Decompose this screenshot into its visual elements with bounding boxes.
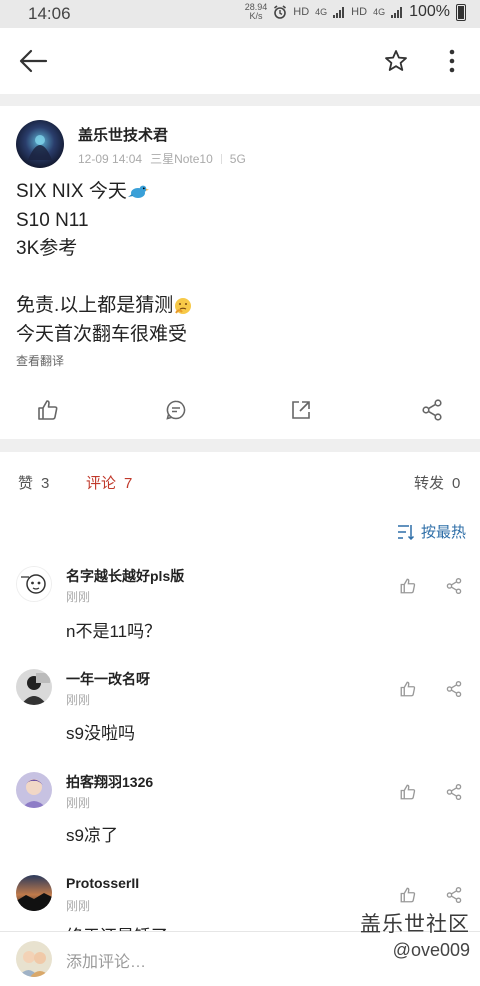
status-time: 14:06	[28, 4, 71, 23]
post-date: 12-09 14:04	[78, 151, 143, 166]
status-icons: 28.94 K/s HD 4G HD 4G 100%	[245, 3, 466, 21]
watermark: 盖乐世社区 @ove009	[360, 908, 470, 961]
comment-author[interactable]: 拍客翔羽1326	[66, 772, 153, 792]
battery-percent: 100%	[409, 3, 450, 20]
favorite-star-icon[interactable]	[383, 48, 409, 74]
signal-icon-1	[333, 6, 345, 18]
share-icon[interactable]	[420, 398, 444, 422]
meta-separator	[220, 153, 222, 164]
comment-author[interactable]: ProtosserII	[66, 875, 139, 891]
comment-like-icon[interactable]	[399, 680, 417, 698]
network-speed: 28.94 K/s	[244, 2, 268, 21]
back-arrow-icon[interactable]	[18, 48, 48, 74]
signal-icon-2	[391, 6, 403, 18]
thinking-emoji-icon	[175, 297, 192, 314]
post-line-5: 免责.以上都是猜测	[16, 292, 193, 321]
interaction-tabs: 赞3 评论 7 转发 0	[0, 466, 480, 496]
comment-avatar[interactable]	[16, 566, 52, 602]
comment-share-icon[interactable]	[445, 783, 463, 801]
translate-link[interactable]: 查看翻译	[16, 352, 64, 369]
watermark-user: @ove009	[392, 940, 470, 960]
status-bar: 14:06 28.94 K/s HD 4G HD 4G 100%	[0, 0, 480, 28]
more-options-icon[interactable]	[440, 48, 464, 74]
comment-like-icon[interactable]	[399, 886, 417, 904]
section-divider	[0, 439, 480, 452]
tab-likes[interactable]: 赞3	[18, 472, 49, 493]
post-network: 5G	[229, 151, 246, 166]
comment-like-icon[interactable]	[399, 577, 417, 595]
repost-icon[interactable]	[289, 398, 313, 422]
comment-author[interactable]: 名字越长越好pls版	[66, 566, 184, 586]
header-divider	[0, 94, 480, 106]
post-line-4	[16, 264, 193, 293]
comment-icon[interactable]	[164, 398, 188, 422]
comment-time: 刚刚	[66, 693, 91, 707]
tab-comments[interactable]: 评论 7	[86, 472, 132, 493]
comment-avatar[interactable]	[16, 772, 52, 808]
bird-emoji-icon	[127, 185, 149, 198]
comment-text: n不是11吗？	[66, 622, 162, 641]
battery-icon	[456, 3, 466, 21]
like-icon[interactable]	[36, 398, 60, 422]
comment-share-icon[interactable]	[445, 680, 463, 698]
comment-avatar[interactable]	[16, 875, 52, 911]
comment-share-icon[interactable]	[445, 577, 463, 595]
comment-share-icon[interactable]	[445, 886, 463, 904]
comment-time: 刚刚	[66, 796, 91, 810]
lte-badge-1: 4G	[315, 7, 328, 17]
author-avatar[interactable]	[16, 120, 64, 168]
comment-like-icon[interactable]	[399, 783, 417, 801]
comment-author[interactable]: 一年一改名呀	[66, 669, 150, 689]
post-line-2: S10 N11	[16, 209, 89, 231]
lte-badge-2: 4G	[373, 7, 386, 17]
top-app-bar	[0, 28, 480, 94]
comment-text: s9凉了	[66, 826, 118, 845]
author-avatar-image	[16, 120, 64, 168]
post-actions	[0, 390, 480, 434]
post-line-1: SIX NIX 今天	[16, 178, 193, 207]
alarm-icon	[274, 5, 287, 19]
hd-badge-2: HD	[351, 6, 368, 18]
comment-avatar[interactable]	[16, 669, 52, 705]
sort-icon	[397, 524, 415, 540]
my-avatar[interactable]	[16, 941, 52, 977]
tab-reposts[interactable]: 转发 0	[414, 472, 460, 493]
comment-text: s9没啦吗	[66, 724, 135, 743]
sort-by-hot-button[interactable]: 按最热	[397, 521, 466, 542]
author-name[interactable]: 盖乐世技术君	[78, 124, 168, 145]
comment-input[interactable]: 添加评论…	[66, 948, 146, 972]
post-device: 三星Note10	[150, 152, 213, 166]
post-line-6: 今天首次翻车很难受	[16, 323, 188, 345]
post-meta: 12-09 14:04 三星Note10 5G	[78, 150, 246, 167]
post-body: SIX NIX 今天 S10 N11 3K参考 免责.以上都是猜测 今天首次翻车…	[16, 178, 193, 349]
post-line-3: 3K参考	[16, 238, 78, 259]
watermark-brand: 盖乐世社区	[360, 913, 470, 936]
hd-badge-1: HD	[293, 6, 310, 18]
comment-time: 刚刚	[66, 899, 91, 913]
comment-time: 刚刚	[66, 590, 91, 604]
